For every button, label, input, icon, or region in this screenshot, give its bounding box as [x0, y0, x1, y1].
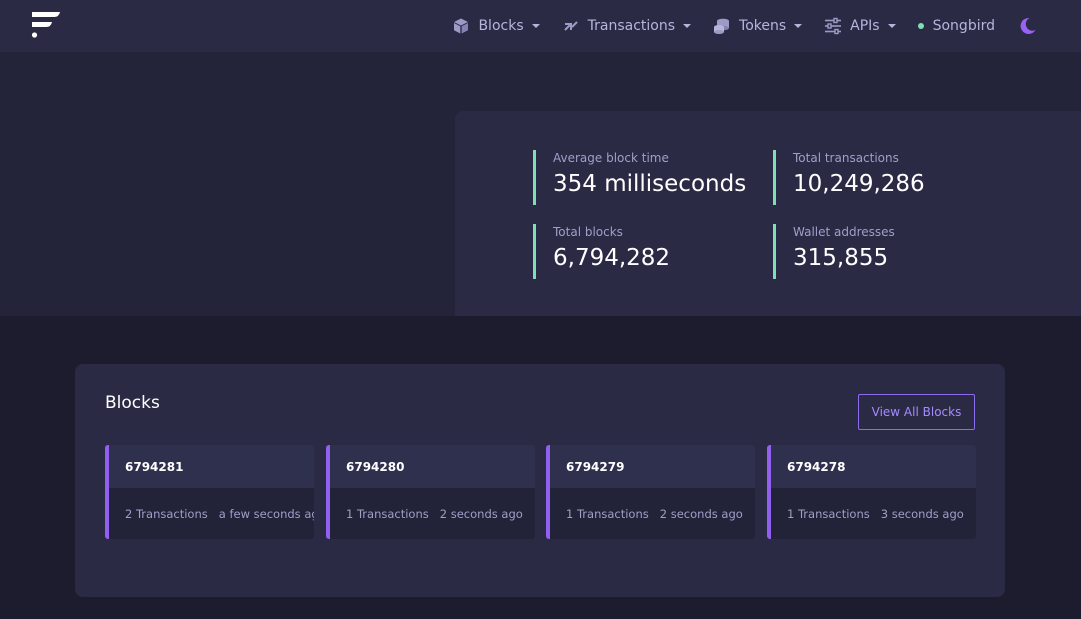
block-tx-count: 1 Transactions [787, 506, 870, 521]
logo-icon[interactable] [30, 10, 62, 40]
block-age: a few seconds ago [218, 506, 314, 521]
stat-label: Wallet addresses [793, 225, 895, 239]
network-label: Songbird [932, 18, 995, 34]
block-details: 1 Transactions 3 seconds ago [771, 488, 976, 539]
nav-apis[interactable]: APIs [824, 0, 896, 52]
stat-average-block-time: Average block time 354 milliseconds [533, 150, 753, 205]
stat-label: Total transactions [793, 151, 899, 165]
block-details: 1 Transactions 2 seconds ago [330, 488, 535, 539]
stats-card: Average block time 354 milliseconds Tota… [455, 111, 1081, 316]
stat-value: 315,855 [793, 245, 889, 271]
nav-transactions[interactable]: Transactions [562, 0, 692, 52]
stat-value: 10,249,286 [793, 171, 925, 197]
network-status-dot [917, 23, 924, 29]
coins-icon [713, 17, 731, 35]
block-card[interactable]: 6794278 1 Transactions 3 seconds ago [767, 445, 976, 539]
view-all-blocks-button[interactable]: View All Blocks [858, 394, 975, 430]
chevron-down-icon [887, 24, 896, 28]
nav-blocks[interactable]: Blocks [452, 0, 540, 52]
blocks-panel: Blocks View All Blocks 6794281 2 Transac… [75, 364, 1005, 597]
block-number[interactable]: 6794281 [109, 445, 314, 488]
sliders-icon [824, 17, 842, 35]
nav-tokens-label: Tokens [739, 18, 787, 34]
block-age: 3 seconds ago [880, 506, 964, 521]
latest-blocks-list: 6794281 2 Transactions a few seconds ago… [105, 445, 976, 539]
hero-section: Average block time 354 milliseconds Tota… [0, 52, 1081, 316]
block-number[interactable]: 6794278 [771, 445, 976, 488]
stat-total-transactions: Total transactions 10,249,286 [773, 150, 993, 205]
chevron-down-icon [531, 24, 540, 28]
block-age: 2 seconds ago [439, 506, 523, 521]
nav-apis-label: APIs [850, 18, 880, 34]
chevron-down-icon [794, 24, 803, 28]
block-tx-count: 1 Transactions [346, 506, 429, 521]
block-number[interactable]: 6794280 [330, 445, 535, 488]
nav-tokens[interactable]: Tokens [713, 0, 803, 52]
block-age: 2 seconds ago [659, 506, 743, 521]
stat-value: 354 milliseconds [553, 171, 747, 197]
block-details: 1 Transactions 2 seconds ago [550, 488, 755, 539]
block-card[interactable]: 6794280 1 Transactions 2 seconds ago [326, 445, 535, 539]
nav-blocks-label: Blocks [478, 18, 524, 34]
moon-icon[interactable] [1017, 16, 1037, 36]
nav-transactions-label: Transactions [587, 18, 676, 34]
stat-value: 6,794,282 [553, 245, 671, 271]
block-card[interactable]: 6794279 1 Transactions 2 seconds ago [546, 445, 755, 539]
block-number[interactable]: 6794279 [550, 445, 755, 488]
stat-wallet-addresses: Wallet addresses 315,855 [773, 224, 993, 279]
network-selector[interactable]: Songbird [917, 0, 995, 52]
cube-icon [452, 17, 470, 35]
top-navbar: Blocks Transactions Tokens APIs Songbird [0, 0, 1081, 52]
stat-label: Average block time [553, 151, 669, 165]
nav-menu: Blocks Transactions Tokens APIs Songbird [452, 0, 1081, 52]
stat-total-blocks: Total blocks 6,794,282 [533, 224, 753, 279]
swap-arrows-icon [562, 17, 580, 35]
block-card[interactable]: 6794281 2 Transactions a few seconds ago [105, 445, 314, 539]
stat-label: Total blocks [553, 225, 623, 239]
chevron-down-icon [683, 24, 692, 28]
block-tx-count: 1 Transactions [566, 506, 649, 521]
blocks-panel-title: Blocks [105, 393, 160, 413]
block-tx-count: 2 Transactions [125, 506, 208, 521]
block-details: 2 Transactions a few seconds ago [109, 488, 314, 539]
